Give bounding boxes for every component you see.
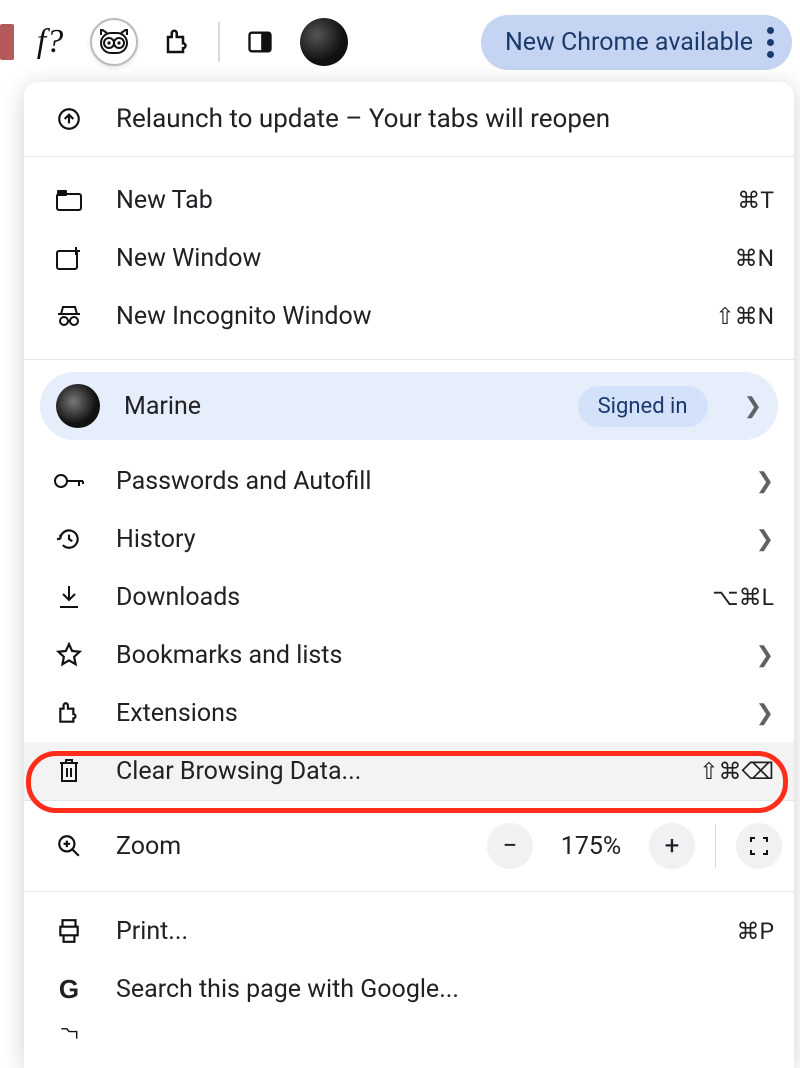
zoom-icon: [52, 829, 86, 863]
new-tab-item[interactable]: New Tab ⌘T: [24, 171, 794, 229]
bookmarks-item[interactable]: Bookmarks and lists ❯: [24, 626, 794, 684]
key-icon: [52, 464, 86, 498]
truncated-item[interactable]: [24, 1018, 794, 1048]
profile-avatar-toolbar[interactable]: [296, 14, 352, 70]
font-extension-icon[interactable]: f?: [22, 14, 78, 70]
chevron-right-icon: ❯: [756, 527, 774, 552]
zoom-in-button[interactable]: +: [649, 823, 695, 869]
extensions-item[interactable]: Extensions ❯: [24, 684, 794, 742]
trash-icon: [52, 754, 86, 788]
relaunch-to-update-item[interactable]: Relaunch to update – Your tabs will reop…: [24, 82, 794, 156]
chrome-menu-icon[interactable]: [767, 27, 774, 58]
zoom-value: 175%: [547, 832, 635, 861]
new-window-item[interactable]: New Window ⌘N: [24, 229, 794, 287]
divider: [24, 359, 794, 360]
clear-browsing-data-item[interactable]: Clear Browsing Data... ⇧⌘⌫: [24, 742, 794, 800]
downloads-item[interactable]: Downloads ⌥⌘L: [24, 568, 794, 626]
truncated-extension-icon[interactable]: [0, 24, 14, 60]
owl-extension-icon[interactable]: [86, 14, 142, 70]
bookmarks-label: Bookmarks and lists: [116, 641, 726, 670]
zoom-label: Zoom: [116, 832, 457, 861]
search-page-item[interactable]: G Search this page with Google...: [24, 960, 794, 1018]
new-incognito-shortcut: ⇧⌘N: [715, 303, 774, 330]
zoom-item: Zoom − 175% +: [24, 801, 794, 891]
separator: [715, 824, 716, 868]
update-arrow-icon: [52, 102, 86, 136]
downloads-shortcut: ⌥⌘L: [712, 584, 774, 611]
print-shortcut: ⌘P: [736, 918, 774, 945]
search-page-label: Search this page with Google...: [116, 975, 774, 1004]
passwords-item[interactable]: Passwords and Autofill ❯: [24, 452, 794, 510]
new-incognito-item[interactable]: New Incognito Window ⇧⌘N: [24, 287, 794, 345]
chevron-right-icon: ❯: [756, 643, 774, 668]
toolbar-separator: [218, 22, 220, 62]
new-window-icon: [52, 241, 86, 275]
print-item[interactable]: Print... ⌘P: [24, 902, 794, 960]
update-available-label: New Chrome available: [505, 28, 753, 57]
profile-avatar-icon: [56, 384, 100, 428]
history-icon: [52, 522, 86, 556]
star-icon: [52, 638, 86, 672]
update-available-button[interactable]: New Chrome available: [481, 15, 792, 70]
chevron-right-icon: ❯: [756, 701, 774, 726]
profile-item[interactable]: Marine Signed in ❯: [40, 372, 778, 440]
new-window-label: New Window: [116, 244, 705, 273]
incognito-icon: [52, 299, 86, 333]
zoom-out-button[interactable]: −: [487, 823, 533, 869]
chrome-main-menu: Relaunch to update – Your tabs will reop…: [24, 82, 794, 1068]
new-tab-icon: [52, 183, 86, 217]
passwords-label: Passwords and Autofill: [116, 467, 726, 496]
clear-data-label: Clear Browsing Data...: [116, 757, 669, 786]
extensions-label: Extensions: [116, 699, 726, 728]
chevron-right-icon: ❯: [744, 394, 762, 419]
history-label: History: [116, 525, 726, 554]
print-icon: [52, 914, 86, 948]
new-window-shortcut: ⌘N: [735, 245, 774, 272]
profile-name: Marine: [124, 392, 554, 421]
print-label: Print...: [116, 917, 706, 946]
folder-icon: [52, 1016, 86, 1050]
new-incognito-label: New Incognito Window: [116, 302, 685, 331]
chevron-right-icon: ❯: [756, 469, 774, 494]
downloads-label: Downloads: [116, 583, 682, 612]
clear-data-shortcut: ⇧⌘⌫: [699, 758, 774, 785]
relaunch-label: Relaunch to update – Your tabs will reop…: [116, 104, 774, 134]
puzzle-icon: [52, 696, 86, 730]
new-tab-shortcut: ⌘T: [737, 187, 774, 214]
new-tab-label: New Tab: [116, 186, 707, 215]
browser-toolbar: f? New Chrome available: [0, 0, 800, 84]
side-panel-icon[interactable]: [232, 14, 288, 70]
signed-in-badge: Signed in: [578, 386, 708, 427]
history-item[interactable]: History ❯: [24, 510, 794, 568]
download-icon: [52, 580, 86, 614]
google-g-icon: G: [52, 972, 86, 1006]
extensions-puzzle-icon[interactable]: [150, 14, 206, 70]
fullscreen-button[interactable]: [736, 823, 782, 869]
